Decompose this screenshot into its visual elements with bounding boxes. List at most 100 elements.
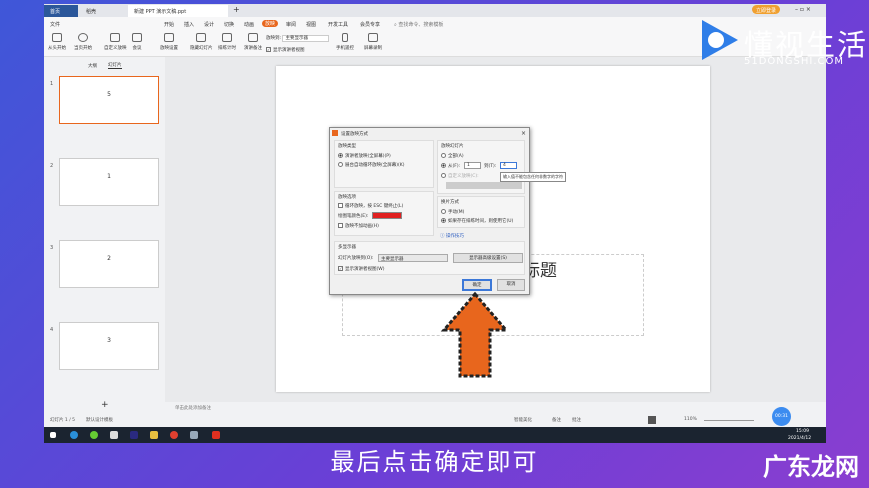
title-bar: 首页 稻壳 新建 PPT 演示文稿.ppt + 立即登录 – ▫ ×: [44, 4, 826, 17]
label: 手机遥控: [336, 46, 354, 51]
group-label: 多显示器: [338, 245, 356, 250]
label: 自定义放映: [104, 46, 127, 51]
app-icon[interactable]: [110, 431, 118, 439]
show-slides-group: 放映幻灯片 全部(A) 从(F): 1 到(T): 4 自定义放映(C):: [437, 140, 525, 194]
custom-show-select[interactable]: [446, 182, 522, 189]
wps-icon[interactable]: [212, 431, 220, 439]
label: 屏幕录制: [364, 46, 382, 51]
menu-devtools[interactable]: 开发工具: [328, 21, 348, 28]
tab-slides[interactable]: 幻灯片: [108, 62, 122, 69]
menu-view[interactable]: 视图: [306, 21, 316, 28]
notes-button[interactable]: 备注: [552, 417, 561, 423]
tab-outline[interactable]: 大纲: [88, 63, 97, 69]
play-current-button[interactable]: 当页开始: [74, 33, 92, 51]
slide-panel: 大纲 幻灯片 1 5 2 1 3 2 4 3 +: [44, 57, 165, 413]
add-slide-button[interactable]: +: [101, 400, 109, 410]
display-select[interactable]: 放映到: 主要显示器: [266, 35, 329, 42]
radio-presenter[interactable]: 演讲者放映(全屏幕)(P): [338, 153, 391, 159]
new-tab-button[interactable]: +: [230, 5, 243, 17]
radio-kiosk[interactable]: 展台自动循环放映(全屏幕)(K): [338, 162, 404, 168]
advanced-settings-button[interactable]: 显示器高级设置(S): [453, 253, 523, 263]
video-caption: 最后点击确定即可: [330, 448, 539, 476]
menu-design[interactable]: 设计: [204, 21, 214, 28]
label: 隐藏幻灯片: [190, 46, 213, 51]
recording-timer[interactable]: 00:31: [772, 407, 791, 426]
pen-color-label: 绘图笔颜色(E):: [338, 214, 369, 219]
presenter-view-checkbox[interactable]: ✓ 显示演讲者视图(W): [338, 266, 384, 272]
folder-icon[interactable]: [150, 431, 158, 439]
label: 当页开始: [74, 46, 92, 51]
slide-thumb[interactable]: 3: [59, 322, 159, 370]
login-button[interactable]: 立即登录: [752, 5, 781, 14]
rehearse-button[interactable]: 排练计时: [218, 33, 236, 51]
slide-number: 1: [50, 81, 54, 87]
menu-start[interactable]: 开始: [164, 21, 174, 28]
to-input[interactable]: 4: [500, 162, 517, 169]
tips-link[interactable]: ⓘ 操作技巧: [440, 233, 464, 239]
window-controls[interactable]: – ▫ ×: [794, 5, 812, 17]
comments-button[interactable]: 批注: [572, 417, 581, 423]
loop-checkbox[interactable]: 循环放映，按 ESC 键终止(L): [338, 203, 403, 209]
start-icon[interactable]: [50, 432, 56, 438]
monitor-select[interactable]: 主要显示器: [378, 254, 448, 262]
group-label: 放映选项: [338, 195, 356, 200]
radio-custom[interactable]: 自定义放映(C):: [441, 173, 479, 179]
meeting-button[interactable]: 会议: [132, 33, 142, 51]
menu-review[interactable]: 审阅: [286, 21, 296, 28]
app-icon[interactable]: [190, 431, 198, 439]
tab-home[interactable]: 首页: [44, 5, 78, 17]
close-icon[interactable]: ×: [521, 130, 526, 137]
display-value[interactable]: 主要显示器: [282, 35, 329, 42]
app-icon[interactable]: [90, 431, 98, 439]
show-on-label: 幻灯片放映到(O):: [338, 256, 374, 261]
tab-docer[interactable]: 稻壳: [80, 5, 124, 17]
menu-file[interactable]: 文件: [50, 21, 60, 28]
play-icon: [52, 33, 62, 42]
play-from-start-button[interactable]: 从头开始: [48, 33, 66, 51]
slide-number: 2: [50, 163, 54, 169]
custom-show-button[interactable]: 自定义放映: [104, 33, 127, 51]
to-label: 到(T):: [484, 164, 497, 169]
arrow-pointer-icon: [440, 291, 510, 378]
edge-icon[interactable]: [70, 431, 78, 439]
radio-from[interactable]: 从(F):: [441, 163, 460, 169]
logo-domain: 51DONGSHI.COM: [744, 56, 845, 67]
record-icon: [368, 33, 378, 42]
slideshow-settings-dialog: 设置放映方式 × 放映类型 演讲者放映(全屏幕)(P) 展台自动循环放映(全屏幕…: [329, 127, 566, 295]
beautify-button[interactable]: 智能美化: [514, 417, 532, 423]
slide-thumb[interactable]: 2: [59, 240, 159, 288]
speaker-notes-button[interactable]: 演讲备注: [244, 33, 262, 51]
menu-insert[interactable]: 插入: [184, 21, 194, 28]
phone-remote-button[interactable]: 手机遥控: [336, 33, 354, 51]
premiere-icon[interactable]: [130, 431, 138, 439]
menu-slideshow[interactable]: 放映: [262, 20, 279, 27]
radio-all[interactable]: 全部(A): [441, 153, 464, 159]
from-input[interactable]: 1: [464, 162, 481, 169]
menu-member[interactable]: 会员专享: [360, 21, 380, 28]
play-circle-icon: [78, 33, 88, 42]
pen-color-picker[interactable]: [372, 212, 402, 219]
slide-thumb[interactable]: 1: [59, 158, 159, 206]
chrome-icon[interactable]: [170, 431, 178, 439]
radio-timing[interactable]: 如果存在排练时间，则使用它(U): [441, 218, 513, 224]
menu-transition[interactable]: 切换: [224, 21, 234, 28]
radio-manual[interactable]: 手动(M): [441, 209, 464, 215]
play-slideshow-button[interactable]: [648, 416, 656, 424]
advance-group: 换片方式 手动(M) 如果存在排练时间，则使用它(U): [437, 196, 525, 228]
group-label: 放映幻灯片: [441, 144, 464, 149]
hide-slide-button[interactable]: 隐藏幻灯片: [190, 33, 213, 51]
wps-logo-icon: [332, 130, 338, 136]
notes-bar[interactable]: 单击此处添加备注: [165, 402, 826, 413]
zoom-level[interactable]: 110%: [684, 417, 697, 422]
search-input[interactable]: ⌕ 查找命令、搜索模板: [394, 21, 443, 28]
tab-document[interactable]: 新建 PPT 演示文稿.ppt: [128, 5, 228, 17]
slide-number: 4: [50, 327, 54, 333]
screen-record-button[interactable]: 屏幕录制: [364, 33, 382, 51]
zoom-slider[interactable]: [704, 420, 754, 421]
menu-animation[interactable]: 动画: [244, 21, 254, 28]
logo-play-icon: [702, 20, 738, 60]
no-animation-checkbox[interactable]: 放映不加动画(H): [338, 223, 379, 229]
slide-thumb[interactable]: 5: [59, 76, 159, 124]
presenter-view-checkbox[interactable]: ✓ 显示演讲者视图: [266, 47, 305, 53]
show-settings-button[interactable]: 放映设置: [160, 33, 178, 51]
